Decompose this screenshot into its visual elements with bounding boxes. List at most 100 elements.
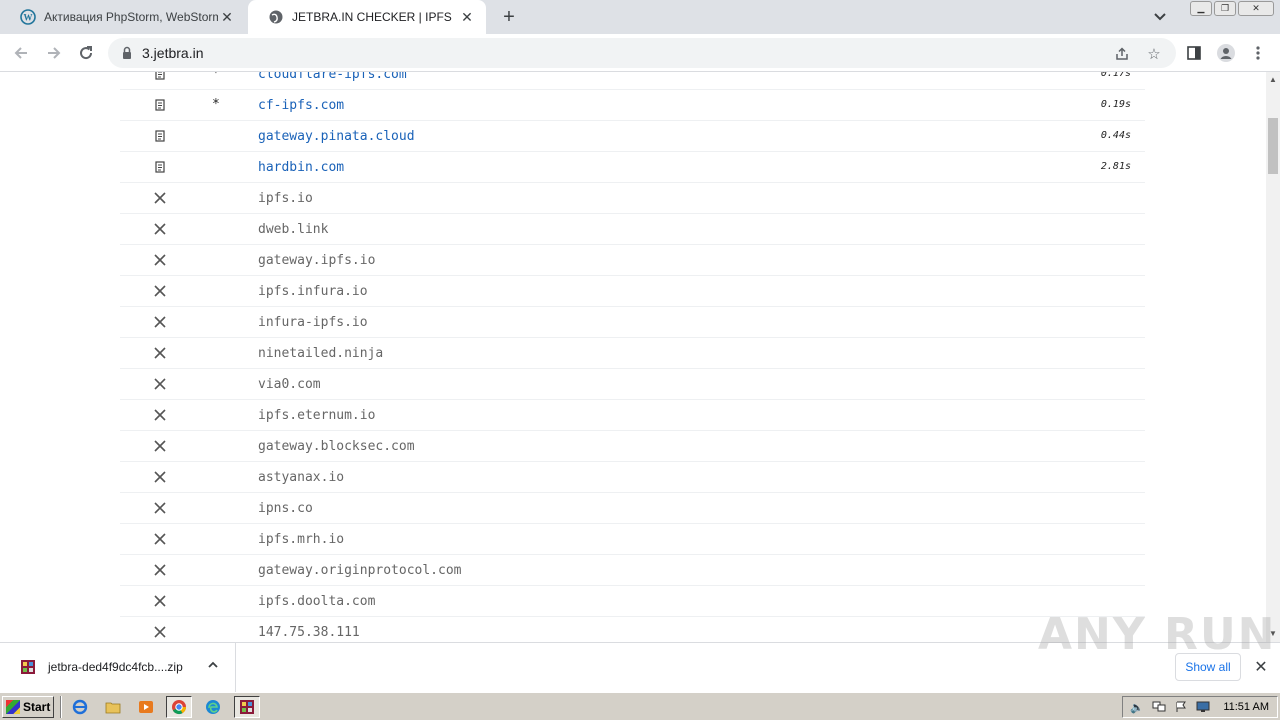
gateway-host: ipfs.eternum.io (258, 408, 376, 423)
minimize-button[interactable]: ▁ (1190, 1, 1212, 16)
gateway-host: via0.com (258, 377, 321, 392)
tab-title: Активация PhpStorm, WebStorm, Ir (44, 10, 218, 24)
reload-icon[interactable] (75, 42, 97, 64)
gateway-host: ipfs.mrh.io (258, 532, 345, 547)
gateway-row: gateway.blocksec.com (120, 431, 1145, 462)
close-x-icon (152, 283, 168, 299)
bookmark-star-icon[interactable]: ☆ (1145, 45, 1163, 63)
gateway-link[interactable]: cf-ipfs.com (258, 98, 344, 113)
action-center-flag-icon[interactable] (1173, 700, 1189, 714)
gateway-host: gateway.blocksec.com (258, 439, 415, 454)
browser-toolbar: 3.jetbra.in ☆ (0, 34, 1280, 72)
download-filename: jetbra-ded4f9dc4fcb....zip (48, 660, 183, 674)
close-x-icon (152, 531, 168, 547)
gateway-row: hardbin.com 2.81s (120, 152, 1145, 183)
page-content: * cloudflare-ipfs.com 0.17s * cf-ipfs.com 0.1… (0, 72, 1266, 642)
gateway-row: 147.75.38.111 (120, 617, 1145, 642)
document-icon (152, 72, 168, 82)
document-icon (152, 97, 168, 113)
share-icon[interactable] (1113, 45, 1131, 63)
gateway-host: astyanax.io (258, 470, 345, 485)
side-panel-icon[interactable] (1183, 42, 1205, 64)
restore-button[interactable]: ❐ (1214, 1, 1236, 16)
close-downloads-icon[interactable]: ✕ (1252, 659, 1270, 677)
start-button[interactable]: Start (2, 696, 54, 718)
svg-text:W: W (24, 13, 33, 23)
windows-taskbar: Start 🔈 11:51 AM (0, 692, 1280, 720)
gateway-row: infura-ipfs.io (120, 307, 1145, 338)
close-x-icon (152, 624, 168, 640)
gateway-host: ipfs.io (258, 191, 313, 206)
gateway-link[interactable]: hardbin.com (258, 160, 344, 175)
gateway-row: * cloudflare-ipfs.com 0.17s (120, 72, 1145, 90)
gateway-row: ipfs.eternum.io (120, 400, 1145, 431)
show-all-button[interactable]: Show all (1175, 653, 1241, 681)
lock-icon[interactable] (120, 46, 134, 60)
download-item[interactable]: jetbra-ded4f9dc4fcb....zip (0, 643, 236, 693)
gateway-host: ipfs.infura.io (258, 284, 368, 299)
winrar-icon[interactable] (234, 696, 260, 718)
close-x-icon (152, 593, 168, 609)
volume-icon[interactable]: 🔈 (1129, 700, 1145, 714)
gateway-row: gateway.pinata.cloud 0.44s (120, 121, 1145, 152)
gateway-host: ipns.co (258, 501, 313, 516)
close-tab-icon[interactable]: ✕ (218, 8, 236, 26)
url-text: 3.jetbra.in (142, 45, 204, 61)
close-x-icon (152, 190, 168, 206)
gateway-row: ipfs.doolta.com (120, 586, 1145, 617)
gateway-link[interactable]: gateway.pinata.cloud (258, 129, 415, 144)
gateway-row: ipns.co (120, 493, 1145, 524)
back-icon[interactable] (10, 42, 32, 64)
scroll-up-arrow-icon[interactable]: ▲ (1269, 76, 1277, 84)
gateway-host: dweb.link (258, 222, 329, 237)
close-x-icon (152, 500, 168, 516)
address-bar[interactable]: 3.jetbra.in ☆ (108, 38, 1176, 68)
gateway-host: 147.75.38.111 (258, 625, 360, 640)
document-icon (152, 159, 168, 175)
chevron-down-icon[interactable] (1150, 8, 1170, 26)
chrome-icon[interactable] (166, 696, 192, 718)
gateway-row: ipfs.infura.io (120, 276, 1145, 307)
taskbar-separator (60, 696, 62, 718)
chevron-up-icon[interactable] (204, 658, 222, 676)
gateway-row: gateway.ipfs.io (120, 245, 1145, 276)
downloads-bar: ANY RUN jetbra-ded4f9dc4fcb....zip Show … (0, 609, 1280, 693)
new-tab-button[interactable]: + (498, 6, 520, 28)
tab-activation[interactable]: W Активация PhpStorm, WebStorm, Ir ✕ (0, 0, 246, 34)
gateway-row: gateway.originprotocol.com (120, 555, 1145, 586)
response-time: 2.81s (1100, 161, 1131, 172)
clock: 11:51 AM (1223, 701, 1269, 713)
edge-icon[interactable] (200, 696, 226, 718)
scroll-thumb[interactable] (1268, 118, 1278, 174)
close-window-button[interactable]: ✕ (1238, 1, 1274, 16)
gateway-host: infura-ipfs.io (258, 315, 368, 330)
media-player-icon[interactable] (133, 696, 159, 718)
close-x-icon (152, 221, 168, 237)
page-scrollbar[interactable]: ▲ ▼ (1266, 72, 1280, 642)
close-x-icon (152, 562, 168, 578)
ie-icon[interactable] (67, 696, 93, 718)
display-icon[interactable] (1195, 700, 1211, 714)
tab-jetbra-checker[interactable]: JETBRA.IN CHECKER | IPFS ✕ (248, 0, 486, 34)
document-icon (152, 128, 168, 144)
gateway-row: * cf-ipfs.com 0.19s (120, 90, 1145, 121)
close-x-icon (152, 345, 168, 361)
close-x-icon (152, 438, 168, 454)
wordpress-icon: W (20, 9, 36, 25)
profile-avatar[interactable] (1215, 42, 1237, 64)
menu-icon[interactable] (1247, 42, 1269, 64)
close-tab-icon[interactable]: ✕ (458, 8, 476, 26)
gateway-link[interactable]: cloudflare-ipfs.com (258, 72, 407, 82)
archive-icon (20, 659, 36, 675)
response-time: 0.44s (1100, 130, 1131, 141)
network-icon[interactable] (1151, 700, 1167, 714)
close-x-icon (152, 252, 168, 268)
gateway-row: ipfs.mrh.io (120, 524, 1145, 555)
fastest-marker: * (212, 72, 220, 81)
forward-icon[interactable] (43, 42, 65, 64)
gateway-row: dweb.link (120, 214, 1145, 245)
close-x-icon (152, 314, 168, 330)
explorer-folder-icon[interactable] (100, 696, 126, 718)
window-controls: ▁ ❐ ✕ (1190, 1, 1274, 16)
globe-icon (268, 9, 284, 25)
